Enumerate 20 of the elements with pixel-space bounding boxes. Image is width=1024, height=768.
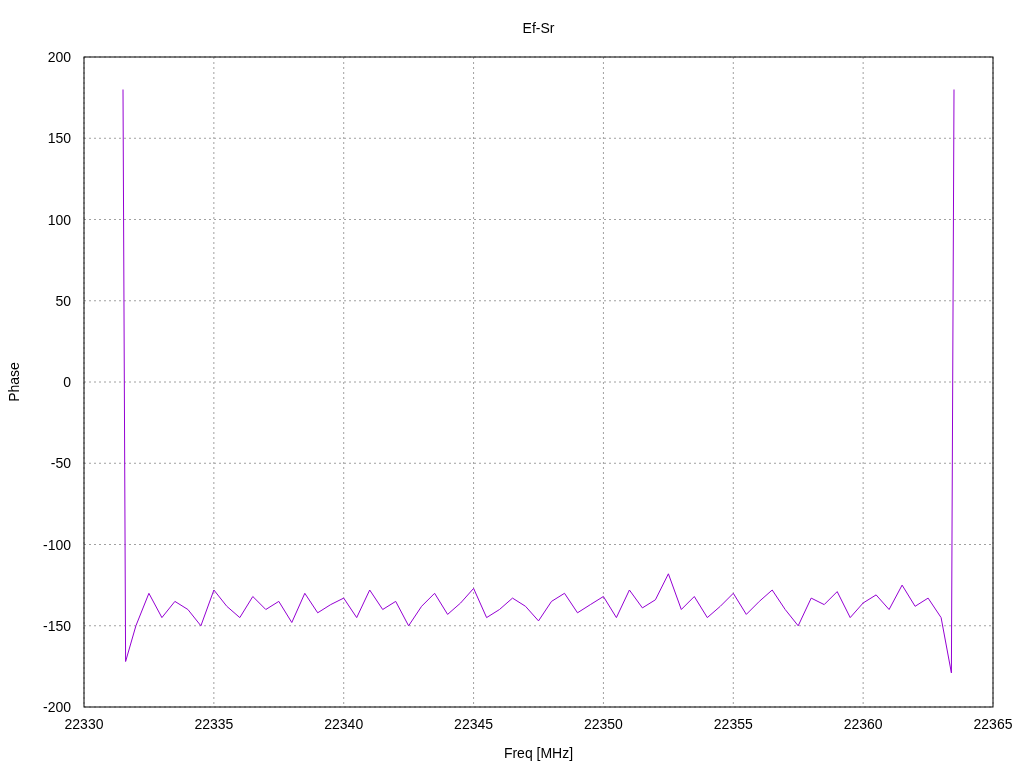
x-tick-label: 22365	[973, 716, 1013, 732]
y-tick-label: 150	[47, 130, 71, 147]
y-axis-label: Phase	[6, 362, 22, 402]
x-tick-label: 22345	[454, 716, 494, 732]
y-tick-label: -100	[42, 536, 71, 553]
y-tick-label: 100	[47, 211, 71, 228]
y-tick-label: 0	[63, 374, 71, 390]
x-axis-label: Freq [MHz]	[503, 745, 574, 761]
y-tick-label: 50	[55, 292, 71, 309]
x-tick-label: 22335	[194, 716, 234, 732]
x-tick-label: 22340	[324, 716, 364, 732]
x-tick-label: 22360	[843, 716, 883, 732]
x-tick-label: 22350	[583, 716, 623, 732]
y-tick-label: -50	[50, 455, 71, 472]
chart-title: Ef-Sr	[522, 20, 555, 36]
x-tick-label: 22330	[64, 716, 104, 732]
y-tick-label: 200	[47, 49, 71, 65]
y-tick-label: -150	[42, 617, 71, 634]
y-tick-label: -200	[42, 699, 71, 715]
x-tick-label: 22355	[713, 716, 753, 732]
